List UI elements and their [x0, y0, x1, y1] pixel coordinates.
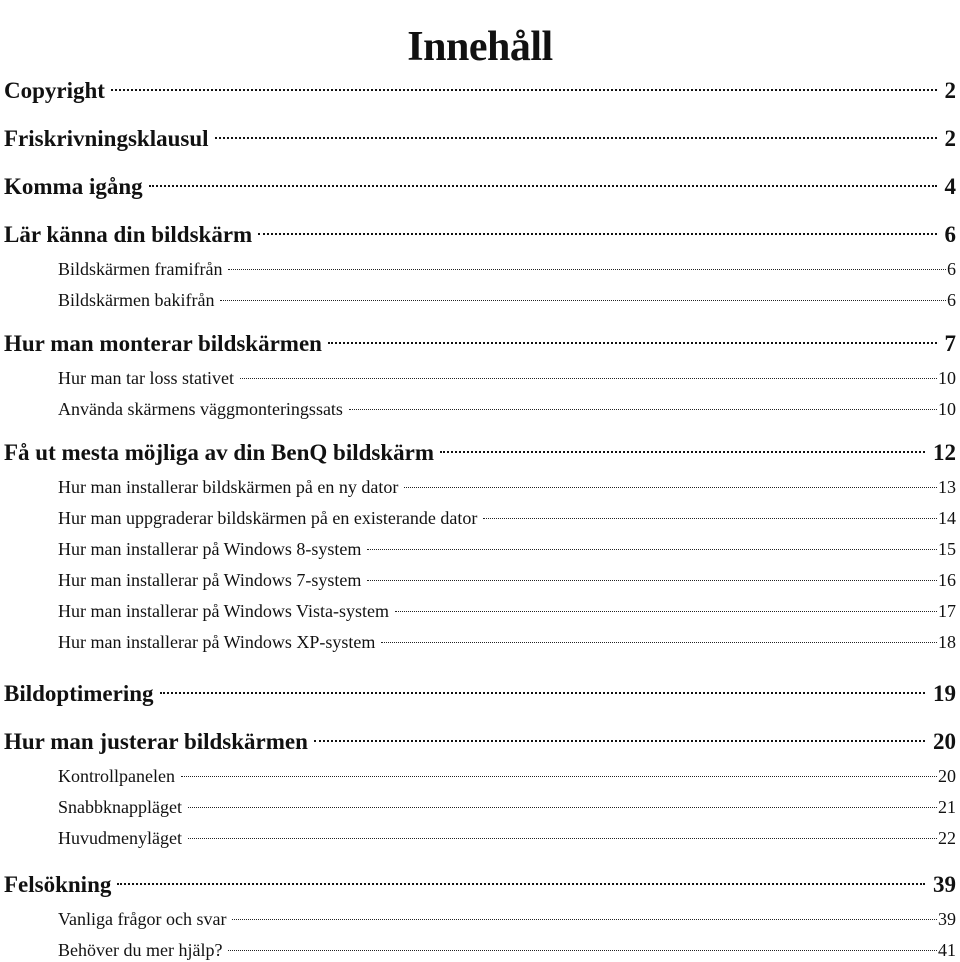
dot-leader — [381, 624, 937, 648]
toc-entry-page: 41 — [938, 940, 956, 960]
toc-entry-huvudmenylaget[interactable]: Huvudmenyläget 22 — [58, 820, 956, 848]
dot-leader — [187, 789, 937, 813]
toc-entry-vanliga-fragor-och-svar[interactable]: Vanliga frågor och svar 39 — [58, 901, 956, 929]
toc-entry-hur-man-justerar-bildskarmen[interactable]: Hur man justerar bildskärmen 20 — [4, 719, 956, 754]
toc-entry-label: Snabbknappläget — [58, 797, 182, 817]
dot-leader — [258, 212, 937, 242]
dot-leader — [228, 251, 946, 275]
toc-entry-page: 6 — [947, 290, 956, 310]
toc-entry-windows-7[interactable]: Hur man installerar på Windows 7-system … — [58, 562, 956, 590]
toc-entry-installerar-ny-dator[interactable]: Hur man installerar bildskärmen på en ny… — [58, 469, 956, 497]
toc-entry-windows-8[interactable]: Hur man installerar på Windows 8-system … — [58, 531, 956, 559]
toc-entry-hur-man-monterar-bildskarmen[interactable]: Hur man monterar bildskärmen 7 — [4, 321, 956, 356]
dot-leader — [232, 901, 937, 925]
toc-entry-lar-kanna-din-bildskarm[interactable]: Lär känna din bildskärm 6 — [4, 212, 956, 247]
toc-entry-label: Copyright — [4, 78, 105, 103]
dot-leader — [327, 321, 937, 351]
dot-leader — [220, 282, 946, 306]
toc-entry-page: 39 — [933, 872, 956, 897]
toc-entry-page: 7 — [944, 331, 957, 356]
toc-entry-label: Hur man installerar bildskärmen på en ny… — [58, 477, 399, 497]
toc-entry-label: Bildskärmen framifrån — [58, 259, 223, 279]
toc-entry-page: 4 — [944, 174, 957, 199]
toc-entry-page: 17 — [938, 601, 956, 621]
toc-entry-page: 19 — [933, 681, 956, 706]
toc-entry-page: 16 — [938, 570, 956, 590]
toc-entry-label: Kontrollpanelen — [58, 766, 175, 786]
toc-entry-page: 2 — [944, 126, 957, 151]
toc-entry-label: Hur man installerar på Windows XP-system — [58, 632, 376, 652]
dot-leader — [187, 820, 937, 844]
toc-entry-page: 18 — [938, 632, 956, 652]
toc-entry-page: 12 — [933, 440, 956, 465]
toc-entry-hur-man-tar-loss-stativet[interactable]: Hur man tar loss stativet 10 — [58, 360, 956, 388]
toc-entry-snabbknapplaget[interactable]: Snabbknappläget 21 — [58, 789, 956, 817]
dot-leader — [404, 469, 937, 493]
toc-entry-page: 39 — [938, 909, 956, 929]
dot-leader — [367, 531, 937, 555]
toc-entry-vaggmonteringssats[interactable]: Använda skärmens väggmonteringssats 10 — [58, 391, 956, 419]
dot-leader — [110, 68, 937, 98]
toc-entry-label: Huvudmenyläget — [58, 828, 182, 848]
toc-entry-behover-du-mer-hjalp[interactable]: Behöver du mer hjälp? 41 — [58, 932, 956, 960]
dot-leader — [313, 719, 925, 749]
toc-entry-windows-xp[interactable]: Hur man installerar på Windows XP-system… — [58, 624, 956, 652]
toc-entry-copyright[interactable]: Copyright 2 — [4, 68, 956, 103]
toc-entry-label: Hur man tar loss stativet — [58, 368, 234, 388]
toc-entry-friskrivningsklausul[interactable]: Friskrivningsklausul 2 — [4, 116, 956, 151]
toc-entry-label: Använda skärmens väggmonteringssats — [58, 399, 343, 419]
toc-entry-felsokning[interactable]: Felsökning 39 — [4, 862, 956, 897]
toc-entry-fa-ut-mesta-mojliga[interactable]: Få ut mesta möjliga av din BenQ bildskär… — [4, 430, 956, 465]
toc-entry-label: Lär känna din bildskärm — [4, 222, 253, 247]
dot-leader — [394, 593, 937, 617]
toc-entry-label: Hur man uppgraderar bildskärmen på en ex… — [58, 508, 478, 528]
dot-leader — [348, 391, 937, 415]
toc-entry-page: 20 — [933, 729, 956, 754]
toc-entry-uppgraderar-existerande-dator[interactable]: Hur man uppgraderar bildskärmen på en ex… — [58, 500, 956, 528]
toc-entry-label: Hur man installerar på Windows Vista-sys… — [58, 601, 389, 621]
toc-entry-page: 10 — [938, 399, 956, 419]
dot-leader — [440, 430, 925, 460]
dot-leader — [159, 671, 925, 701]
dot-leader — [148, 164, 937, 194]
toc-entry-page: 22 — [938, 828, 956, 848]
toc-entry-label: Hur man installerar på Windows 7-system — [58, 570, 362, 590]
toc-entry-label: Hur man installerar på Windows 8-system — [58, 539, 362, 559]
toc-entry-label: Felsökning — [4, 872, 112, 897]
dot-leader — [214, 116, 937, 146]
toc-entry-label: Bildoptimering — [4, 681, 154, 706]
toc-entry-label: Få ut mesta möjliga av din BenQ bildskär… — [4, 440, 435, 465]
dot-leader — [117, 862, 925, 892]
toc-entry-page: 13 — [938, 477, 956, 497]
toc-entry-bildskarmen-framifran[interactable]: Bildskärmen framifrån 6 — [58, 251, 956, 279]
toc-entry-page: 10 — [938, 368, 956, 388]
toc-entry-page: 6 — [947, 259, 956, 279]
toc-entry-page: 15 — [938, 539, 956, 559]
toc-entry-label: Vanliga frågor och svar — [58, 909, 227, 929]
toc-entry-page: 6 — [944, 222, 957, 247]
toc-entry-label: Hur man justerar bildskärmen — [4, 729, 308, 754]
dot-leader — [367, 562, 937, 586]
toc-entry-page: 14 — [938, 508, 956, 528]
page-title: Innehåll — [407, 24, 553, 71]
toc-entry-page: 2 — [944, 78, 957, 103]
toc-entry-bildskarmen-bakifran[interactable]: Bildskärmen bakifrån 6 — [58, 282, 956, 310]
toc-entry-bildoptimering[interactable]: Bildoptimering 19 — [4, 671, 956, 706]
toc-entry-kontrollpanelen[interactable]: Kontrollpanelen 20 — [58, 758, 956, 786]
toc-entry-label: Bildskärmen bakifrån — [58, 290, 215, 310]
toc-entry-label: Hur man monterar bildskärmen — [4, 331, 322, 356]
toc-entry-page: 21 — [938, 797, 956, 817]
dot-leader — [228, 932, 937, 956]
toc-entry-page: 20 — [938, 766, 956, 786]
toc-entry-windows-vista[interactable]: Hur man installerar på Windows Vista-sys… — [58, 593, 956, 621]
toc-entry-label: Behöver du mer hjälp? — [58, 940, 223, 960]
toc-entry-label: Komma igång — [4, 174, 143, 199]
dot-leader — [483, 500, 937, 524]
dot-leader — [180, 758, 937, 782]
toc-entry-komma-igang[interactable]: Komma igång 4 — [4, 164, 956, 199]
dot-leader — [239, 360, 937, 384]
toc-entry-label: Friskrivningsklausul — [4, 126, 209, 151]
